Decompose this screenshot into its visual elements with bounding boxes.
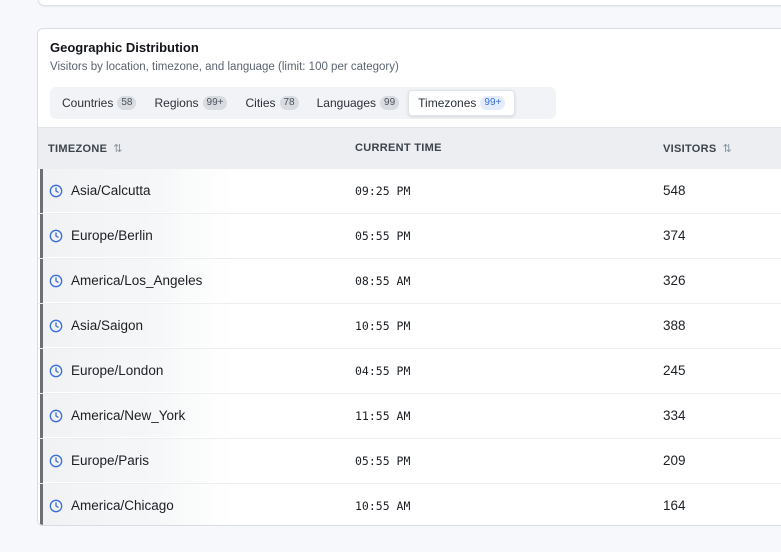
- table-row[interactable]: Asia/Saigon 10:55 PM 388: [38, 304, 781, 349]
- current-time-cell: 08:55 AM: [355, 273, 411, 288]
- timezone-cell: Europe/London: [49, 349, 163, 392]
- tab-label: Regions: [154, 96, 199, 110]
- category-tabs: Countries 58 Regions 99+ Cities 78 Langu…: [50, 87, 556, 119]
- sort-icon[interactable]: ⇅: [723, 142, 733, 155]
- clock-icon: [49, 454, 63, 467]
- column-label: CURRENT TIME: [355, 142, 442, 154]
- column-label: TIMEZONE: [48, 142, 108, 155]
- visitors-cell: 548: [663, 183, 686, 198]
- visitors-cell: 326: [663, 273, 686, 288]
- count-badge: 58: [117, 96, 137, 110]
- timezone-name: Asia/Calcutta: [71, 183, 151, 198]
- current-time-cell: 11:55 AM: [355, 408, 411, 423]
- timezone-name: Europe/London: [71, 363, 164, 378]
- column-header-visitors[interactable]: VISITORS ⇅: [663, 142, 733, 156]
- tab-cities[interactable]: Cities 78: [236, 90, 307, 116]
- count-badge: 99+: [202, 96, 228, 110]
- clock-icon: [49, 184, 63, 197]
- timezone-cell: Europe/Paris: [49, 439, 149, 482]
- timezone-cell: America/Los_Angeles: [49, 259, 202, 302]
- table-row[interactable]: Asia/Calcutta 09:25 PM 548: [38, 169, 781, 214]
- tab-label: Countries: [62, 96, 114, 110]
- table-row[interactable]: Europe/Berlin 05:55 PM 374: [38, 214, 781, 259]
- timezone-name: Europe/Paris: [71, 453, 150, 468]
- tab-regions[interactable]: Regions 99+: [145, 90, 236, 116]
- timezone-cell: America/New_York: [49, 394, 185, 437]
- tab-timezones[interactable]: Timezones 99+: [408, 90, 516, 116]
- current-time-cell: 05:55 PM: [355, 228, 411, 243]
- timezone-name: America/Los_Angeles: [71, 273, 203, 288]
- clock-icon: [49, 409, 63, 422]
- table-row[interactable]: Europe/Paris 05:55 PM 209: [38, 439, 781, 484]
- tab-languages[interactable]: Languages 99: [308, 90, 409, 116]
- visitors-cell: 388: [663, 318, 686, 333]
- table-row[interactable]: America/Chicago 10:55 AM 164: [38, 484, 781, 525]
- count-badge: 99: [380, 96, 400, 110]
- tab-countries[interactable]: Countries 58: [53, 90, 145, 116]
- current-time-cell: 09:25 PM: [355, 183, 411, 198]
- tab-label: Languages: [316, 96, 377, 110]
- visitors-cell: 245: [663, 363, 686, 378]
- table-row[interactable]: America/New_York 11:55 AM 334: [38, 394, 781, 439]
- visitors-cell: 164: [663, 498, 686, 513]
- column-label: VISITORS: [663, 142, 717, 155]
- visitors-cell: 374: [663, 228, 686, 243]
- current-time-cell: 10:55 AM: [355, 498, 411, 513]
- current-time-cell: 05:55 PM: [355, 453, 411, 468]
- timezone-cell: Europe/Berlin: [49, 214, 153, 257]
- tab-label: Cities: [245, 96, 276, 110]
- timezone-name: America/Chicago: [71, 498, 174, 513]
- sort-icon[interactable]: ⇅: [113, 142, 123, 155]
- clock-icon: [49, 274, 63, 287]
- clock-icon: [49, 229, 63, 242]
- current-time-cell: 10:55 PM: [355, 318, 411, 333]
- table-body: Asia/Calcutta 09:25 PM 548 Europe/Berlin…: [38, 169, 781, 525]
- clock-icon: [49, 364, 63, 377]
- timezone-cell: Asia/Calcutta: [49, 169, 151, 212]
- visitors-cell: 209: [663, 453, 686, 468]
- tab-label: Timezones: [418, 96, 477, 110]
- timezone-name: Asia/Saigon: [71, 318, 144, 333]
- geographic-distribution-card: Geographic Distribution Visitors by loca…: [37, 28, 781, 526]
- table-row[interactable]: America/Los_Angeles 08:55 AM 326: [38, 259, 781, 304]
- clock-icon: [49, 499, 63, 512]
- previous-card: [38, 0, 781, 6]
- timezone-name: Europe/Berlin: [71, 228, 153, 243]
- count-badge: 99+: [480, 96, 506, 110]
- column-header-timezone[interactable]: TIMEZONE ⇅: [48, 142, 123, 156]
- count-badge: 78: [279, 96, 299, 110]
- column-header-current-time: CURRENT TIME: [355, 142, 442, 154]
- card-title: Geographic Distribution: [50, 40, 199, 55]
- current-time-cell: 04:55 PM: [355, 363, 411, 378]
- timezone-cell: Asia/Saigon: [49, 304, 143, 347]
- timezone-cell: America/Chicago: [49, 484, 174, 525]
- table-row[interactable]: Europe/London 04:55 PM 245: [38, 349, 781, 394]
- card-subtitle: Visitors by location, timezone, and lang…: [50, 61, 399, 73]
- table-header: TIMEZONE ⇅ CURRENT TIME VISITORS ⇅: [38, 127, 781, 170]
- clock-icon: [49, 319, 63, 332]
- timezone-name: America/New_York: [71, 408, 186, 423]
- visitors-cell: 334: [663, 408, 686, 423]
